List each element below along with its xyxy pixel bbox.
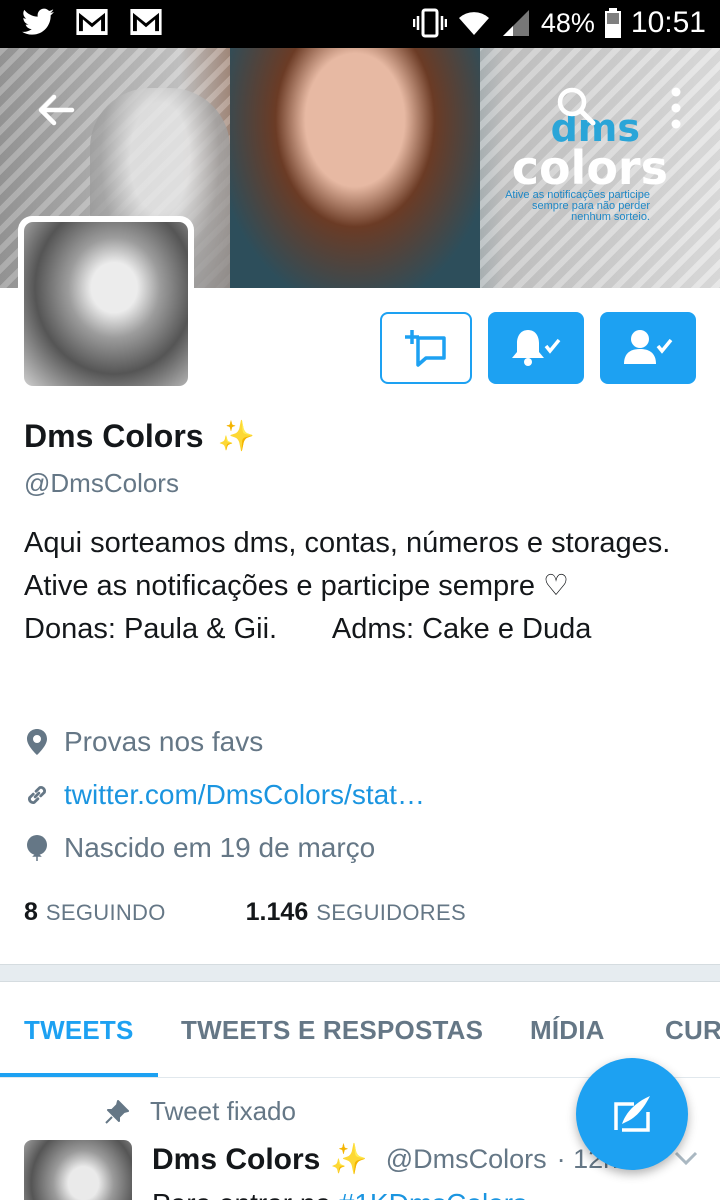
tab-likes[interactable]: CURTIDAS — [665, 982, 720, 1077]
status-bar: 48% 10:51 — [0, 0, 720, 48]
tab-tweets[interactable]: TWEETS — [0, 982, 157, 1077]
website-link[interactable]: twitter.com/DmsColors/stat… — [64, 779, 425, 811]
profile-actions — [380, 312, 696, 384]
profile-birthday: Nascido em 19 de março — [24, 832, 375, 864]
bell-check-icon — [512, 330, 561, 366]
profile-website[interactable]: twitter.com/DmsColors/stat… — [24, 779, 425, 811]
gmail-icon — [76, 9, 108, 35]
section-divider — [0, 964, 720, 982]
pinned-text: Tweet fixado — [150, 1096, 296, 1126]
link-icon — [28, 786, 46, 804]
new-message-icon — [405, 330, 446, 367]
direct-message-button[interactable] — [380, 312, 472, 384]
followers-count: 1.146 — [245, 898, 309, 926]
tweet-author-handle: @DmsColors — [385, 1144, 547, 1174]
person-check-icon — [624, 330, 673, 364]
back-arrow-icon[interactable] — [32, 86, 80, 134]
tab-media[interactable]: MÍDIA — [530, 982, 605, 1077]
search-icon[interactable] — [552, 82, 600, 130]
sparkles-emoji: ✨ — [217, 420, 255, 453]
tweet-text: Para entrar na #1KDmsColors — [152, 1188, 527, 1200]
following-label: SEGUINDO — [45, 900, 166, 925]
profile-location: Provas nos favs — [24, 726, 263, 758]
following-button[interactable] — [600, 312, 696, 384]
sparkles-emoji: ✨ — [330, 1143, 368, 1176]
balloon-icon — [27, 835, 47, 861]
birthday-text: Nascido em 19 de março — [64, 832, 376, 863]
notifications-button[interactable] — [488, 312, 584, 384]
gmail-icon — [130, 9, 162, 35]
tweet-author-name: Dms Colors — [152, 1142, 321, 1176]
location-pin-icon — [27, 729, 47, 755]
vibrate-icon — [412, 8, 447, 38]
location-text: Provas nos favs — [64, 726, 264, 757]
followers-label: SEGUIDORES — [316, 900, 466, 925]
chevron-down-icon[interactable] — [672, 1148, 700, 1168]
compose-tweet-button[interactable] — [576, 1058, 688, 1170]
tweet-header: Dms Colors ✨ @DmsColors · 12h — [152, 1142, 618, 1177]
tab-tweets-and-replies[interactable]: TWEETS E RESPOSTAS — [181, 982, 483, 1077]
follow-stats: 8 SEGUINDO 1.146 SEGUIDORES — [24, 898, 466, 927]
battery-percent: 48% — [540, 7, 595, 38]
wifi-icon — [458, 12, 489, 35]
compose-feather-icon — [614, 1096, 650, 1132]
signal-icon — [502, 10, 529, 36]
profile-handle: @DmsColors — [24, 468, 179, 498]
pinned-tweet-label: Tweet fixado — [104, 1096, 296, 1127]
profile-avatar[interactable] — [18, 216, 194, 392]
tweet-avatar[interactable] — [24, 1140, 132, 1200]
tweet-hashtag[interactable]: #1KDmsColors — [339, 1188, 527, 1200]
profile-name: Dms Colors — [24, 418, 204, 454]
followers-stat[interactable]: 1.146 SEGUIDORES — [246, 898, 466, 927]
logo-line2: colors — [511, 141, 668, 195]
battery-icon — [604, 8, 621, 38]
twitter-bird-icon — [22, 8, 54, 35]
profile-bio: Aqui sorteamos dms, contas, números e st… — [24, 527, 677, 645]
clock: 10:51 — [630, 6, 706, 39]
profile-name-row: Dms Colors ✨ — [24, 418, 255, 455]
following-stat[interactable]: 8 SEGUINDO — [24, 898, 166, 927]
more-options-icon[interactable] — [656, 84, 696, 132]
pin-icon — [105, 1099, 129, 1124]
tweet-text-start: Para entrar na — [152, 1188, 331, 1200]
following-count: 8 — [24, 898, 38, 926]
